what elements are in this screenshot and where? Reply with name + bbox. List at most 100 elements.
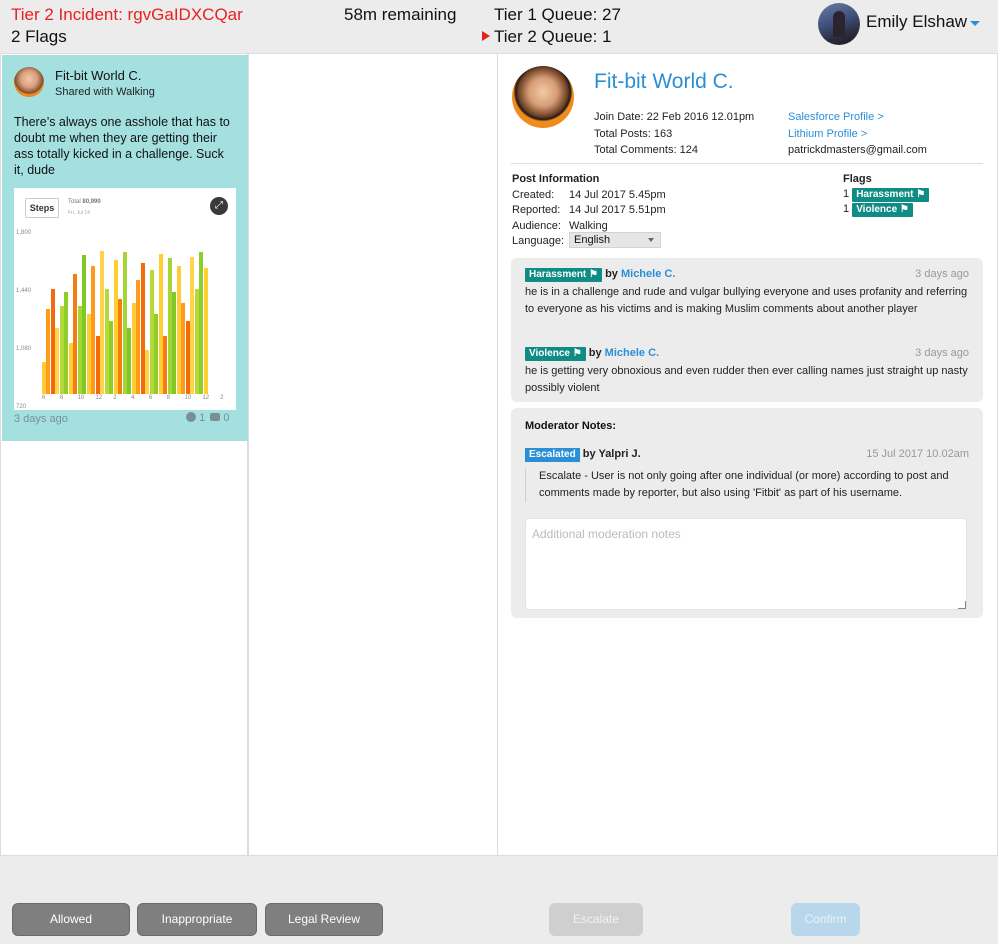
salesforce-profile-link[interactable]: Salesforce Profile >: [788, 109, 927, 126]
escalate-button[interactable]: Escalate: [549, 903, 643, 936]
expand-icon[interactable]: ⤢: [210, 197, 228, 215]
report-time: 3 days ago: [915, 268, 969, 280]
post-text: There’s always one asshole that has to d…: [14, 115, 230, 177]
lithium-profile-link[interactable]: Lithium Profile >: [788, 126, 927, 143]
steps-date: Fri, Jul 14: [68, 210, 90, 216]
step-bar: [95, 336, 100, 394]
step-bar: [68, 343, 73, 394]
report-item: Harassment ⚑ by Michele C. 3 days ago he…: [525, 266, 969, 318]
steps-bars: [42, 248, 208, 394]
y-tick-label: 1,800: [16, 230, 32, 236]
tier2-queue[interactable]: Tier 2 Queue: 1: [494, 27, 612, 47]
post-image-steps-chart: Steps Total 80,990 Fri, Jul 14 ⤢ 1,800 1,…: [14, 188, 236, 410]
x-tick-label: 6: [148, 395, 153, 401]
note-date: 15 Jul 2017 10.02am: [866, 448, 969, 460]
escalated-tag: Escalated: [525, 448, 580, 462]
reaction-icon: [186, 412, 196, 422]
step-bar: [59, 306, 64, 394]
user-avatar[interactable]: [818, 3, 860, 45]
x-tick-label: 10: [77, 395, 85, 401]
comment-icon: [210, 413, 221, 421]
report-tag: Harassment ⚑: [525, 268, 602, 282]
y-tick-label: 1,440: [16, 288, 32, 294]
reporter-name[interactable]: Michele C.: [621, 268, 675, 280]
note-header: Escalated by Yalpri J. 15 Jul 2017 10.02…: [525, 446, 969, 462]
tier1-queue[interactable]: Tier 1 Queue: 27: [494, 5, 621, 25]
step-bar: [113, 260, 118, 394]
detail-column: Fit-bit World C. Join Date: 22 Feb 2016 …: [497, 53, 998, 856]
harassment-tag: Harassment ⚑: [852, 188, 930, 202]
moderation-notes-input[interactable]: [525, 518, 967, 610]
step-bar: [163, 336, 168, 394]
top-bar: Tier 2 Incident: rgvGaIDXCQar 2 Flags 58…: [0, 0, 998, 53]
x-tick-label: 8: [59, 395, 64, 401]
x-tick-label: 2: [220, 395, 224, 401]
total-comments: Total Comments: 124: [594, 144, 698, 156]
note-author: by Yalpri J.: [582, 448, 641, 460]
inappropriate-button[interactable]: Inappropriate: [137, 903, 257, 936]
post-author: Fit-bit World C.: [55, 68, 142, 83]
allowed-button[interactable]: Allowed: [12, 903, 130, 936]
step-bar: [109, 321, 114, 394]
total-posts: Total Posts: 163: [594, 127, 673, 140]
step-bar: [73, 274, 78, 394]
step-bar: [181, 303, 186, 394]
step-bar: [50, 289, 55, 394]
profile-email: patrickdmasters@gmail.com: [788, 144, 927, 156]
report-tag: Violence ⚑: [525, 347, 586, 361]
step-bar: [104, 289, 109, 394]
step-bar: [167, 258, 172, 394]
incident-title: Tier 2 Incident: rgvGaIDXCQar: [11, 5, 243, 24]
profile-stats: Join Date: 22 Feb 2016 12.01pm Total Pos…: [594, 109, 754, 159]
x-tick-label: 8: [166, 395, 171, 401]
step-bar: [149, 270, 154, 394]
step-bar: [77, 306, 82, 394]
step-bar: [46, 309, 51, 394]
x-tick-label: 12: [202, 395, 210, 401]
x-tick-label: 12: [95, 395, 103, 401]
notes-title: Moderator Notes:: [525, 420, 617, 432]
step-bar: [154, 314, 159, 394]
flag-count: 2 Flags: [11, 27, 67, 46]
post-time: 3 days ago: [14, 413, 68, 425]
confirm-button[interactable]: Confirm: [791, 903, 860, 936]
user-name[interactable]: Emily Elshaw: [866, 12, 967, 32]
divider: [511, 163, 983, 164]
y-tick-label: 720: [16, 404, 27, 410]
chevron-down-icon[interactable]: [970, 21, 980, 26]
resize-handle-icon[interactable]: [958, 601, 966, 609]
legal-review-button[interactable]: Legal Review: [265, 903, 383, 936]
moderator-notes: Moderator Notes: Escalated by Yalpri J. …: [511, 408, 983, 618]
step-bar: [158, 254, 163, 394]
step-bar: [131, 303, 136, 394]
report-text: he is in a challenge and rude and vulgar…: [525, 286, 968, 315]
step-bar: [203, 268, 208, 394]
violence-tag: Violence ⚑: [852, 203, 913, 217]
current-queue-arrow-icon: [482, 31, 490, 41]
comment-count: 0: [223, 412, 230, 424]
x-tick-label: 2: [113, 395, 117, 401]
step-bar: [42, 362, 46, 394]
post-shared-with: Shared with Walking: [55, 86, 155, 98]
post-card[interactable]: Fit-bit World C. Shared with Walking The…: [2, 55, 248, 441]
flag-row-harassment: 1 Harassment ⚑: [843, 187, 930, 202]
step-bar: [176, 266, 181, 394]
step-bar: [194, 289, 199, 394]
profile-links: Salesforce Profile > Lithium Profile > p…: [788, 109, 927, 159]
reporter-name[interactable]: Michele C.: [605, 347, 659, 359]
step-bar: [55, 328, 60, 394]
step-bar: [64, 292, 69, 394]
steps-total: Total 80,990: [68, 199, 101, 205]
post-column: Fit-bit World C. Shared with Walking The…: [0, 53, 248, 856]
empty-column: [248, 53, 498, 856]
steps-chip: Steps: [25, 198, 59, 218]
profile-name[interactable]: Fit-bit World C.: [594, 70, 734, 94]
x-tick-label: 6: [42, 395, 46, 401]
step-bar: [122, 252, 127, 394]
reaction-count: 1: [199, 412, 206, 424]
step-bar: [199, 252, 204, 394]
flags-heading: Flags: [843, 173, 872, 185]
step-bar: [100, 251, 105, 394]
flag-row-violence: 1 Violence ⚑: [843, 202, 929, 217]
language-select[interactable]: English: [569, 232, 661, 248]
